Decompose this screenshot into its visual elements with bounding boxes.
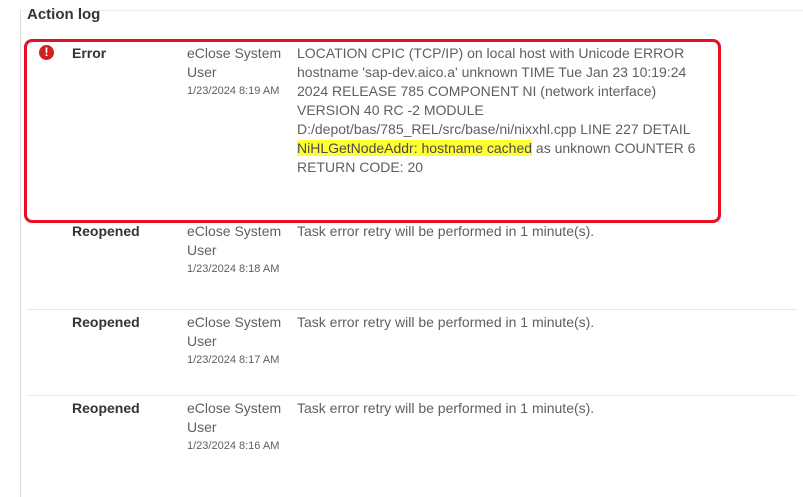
entry-user: eClose System User [187,223,282,258]
action-log-list: ! Error eClose System User 1/23/2024 8:1… [24,39,797,481]
entry-user-cell: eClose System User 1/23/2024 8:18 AM [187,222,297,309]
entry-timestamp: 1/23/2024 8:17 AM [187,354,280,366]
log-entry: Reopened eClose System User 1/23/2024 8:… [27,222,797,309]
entry-message: LOCATION CPIC (TCP/IP) on local host wit… [297,44,717,222]
entry-timestamp: 1/23/2024 8:19 AM [187,85,280,97]
action-log-title: Action log [27,6,101,23]
entry-user-cell: eClose System User 1/23/2024 8:16 AM [187,399,297,481]
entry-user-cell: eClose System User 1/23/2024 8:17 AM [187,313,297,395]
entry-user: eClose System User [187,400,282,435]
entry-user: eClose System User [187,314,282,349]
error-icon: ! [39,45,54,60]
entry-icon-cell: ! [27,44,72,222]
entry-user-cell: eClose System User 1/23/2024 8:19 AM [187,44,297,222]
log-entry: Reopened eClose System User 1/23/2024 8:… [27,309,797,395]
entry-status: Reopened [72,314,140,330]
entry-message: Task error retry will be performed in 1 … [297,223,595,239]
message-text: LOCATION CPIC (TCP/IP) on local host wit… [297,45,690,137]
highlighted-text: NiHLGetNodeAddr: hostname cached [297,140,533,156]
entry-message: Task error retry will be performed in 1 … [297,400,595,416]
entry-message: Task error retry will be performed in 1 … [297,314,595,330]
entry-timestamp: 1/23/2024 8:18 AM [187,263,280,275]
entry-user: eClose System User [187,45,282,80]
entry-status: Reopened [72,223,140,239]
panel-left-border [20,10,21,497]
panel-top-border [20,10,803,11]
entry-status: Error [72,45,107,61]
log-entry: Reopened eClose System User 1/23/2024 8:… [27,395,797,481]
log-entry-error: ! Error eClose System User 1/23/2024 8:1… [24,39,797,223]
entry-status: Reopened [72,400,140,416]
entry-timestamp: 1/23/2024 8:16 AM [187,440,280,452]
